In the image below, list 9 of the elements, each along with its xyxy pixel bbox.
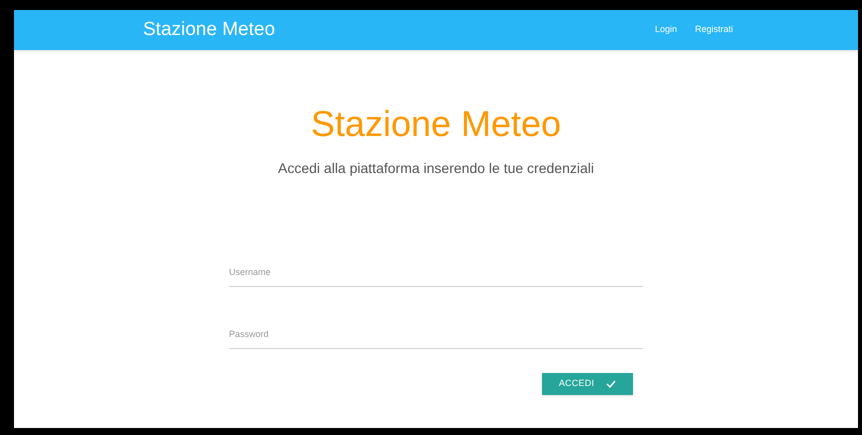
page-heading: Stazione Meteo [310,102,562,146]
subtitle: Accedi alla piattaforma inserendo le tue credenziali [278,159,594,178]
nav-link[interactable]: Registrati [694,23,733,37]
check-icon [606,380,616,388]
brand-title[interactable]: Stazione Meteo [143,16,276,44]
login-button[interactable]: ACCEDI [542,373,633,395]
nav-link[interactable]: Login [654,23,677,37]
input-field[interactable]: Password [229,319,643,349]
input-field[interactable]: Username [229,257,643,287]
